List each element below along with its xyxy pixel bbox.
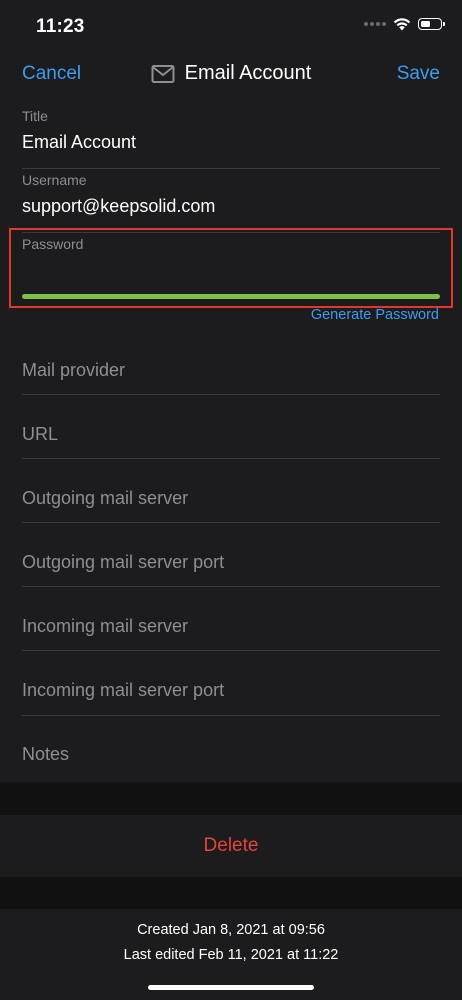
generate-password-button[interactable]: Generate Password: [311, 307, 439, 323]
nav-title-group: Email Account: [0, 62, 462, 85]
incoming-server-input[interactable]: Incoming mail server: [22, 616, 440, 637]
username-field-value[interactable]: support@keepsolid.com: [22, 196, 440, 217]
username-field[interactable]: Username support@keepsolid.com: [22, 172, 440, 217]
delete-label: Delete: [203, 835, 259, 856]
section-separator: [0, 877, 462, 909]
divider: [22, 168, 440, 169]
status-time: 11:23: [36, 16, 85, 37]
username-field-label: Username: [22, 172, 87, 188]
notes-input[interactable]: Notes: [22, 744, 440, 765]
outgoing-port-input[interactable]: Outgoing mail server port: [22, 552, 440, 573]
title-field-label: Title: [22, 108, 48, 124]
home-indicator[interactable]: [148, 985, 314, 990]
page-title: Email Account: [184, 62, 312, 84]
status-icons: [364, 17, 445, 31]
divider: [22, 394, 440, 395]
divider: [22, 586, 440, 587]
section-separator: [0, 782, 462, 815]
created-timestamp: Created Jan 8, 2021 at 09:56: [137, 922, 325, 938]
delete-button[interactable]: Delete: [0, 815, 462, 877]
wifi-icon: [393, 18, 411, 31]
edited-timestamp: Last edited Feb 11, 2021 at 11:22: [123, 947, 339, 963]
battery-level: [420, 20, 431, 27]
outgoing-server-input[interactable]: Outgoing mail server: [22, 488, 440, 509]
cellular-dots-icon: [364, 22, 386, 26]
url-input[interactable]: URL: [22, 424, 440, 445]
password-highlight-box: [9, 228, 453, 308]
battery-icon: [418, 18, 445, 30]
divider: [22, 715, 440, 716]
mail-icon: [151, 64, 175, 83]
divider: [22, 522, 440, 523]
divider: [22, 650, 440, 651]
incoming-port-input[interactable]: Incoming mail server port: [22, 680, 440, 701]
mail-provider-input[interactable]: Mail provider: [22, 360, 440, 381]
title-field-value[interactable]: Email Account: [22, 132, 440, 153]
nav-bar: Cancel Email Account Save: [0, 52, 462, 98]
status-bar: 11:23: [0, 0, 462, 52]
title-field[interactable]: Title Email Account: [22, 108, 440, 153]
divider: [22, 458, 440, 459]
save-button[interactable]: Save: [397, 63, 440, 85]
